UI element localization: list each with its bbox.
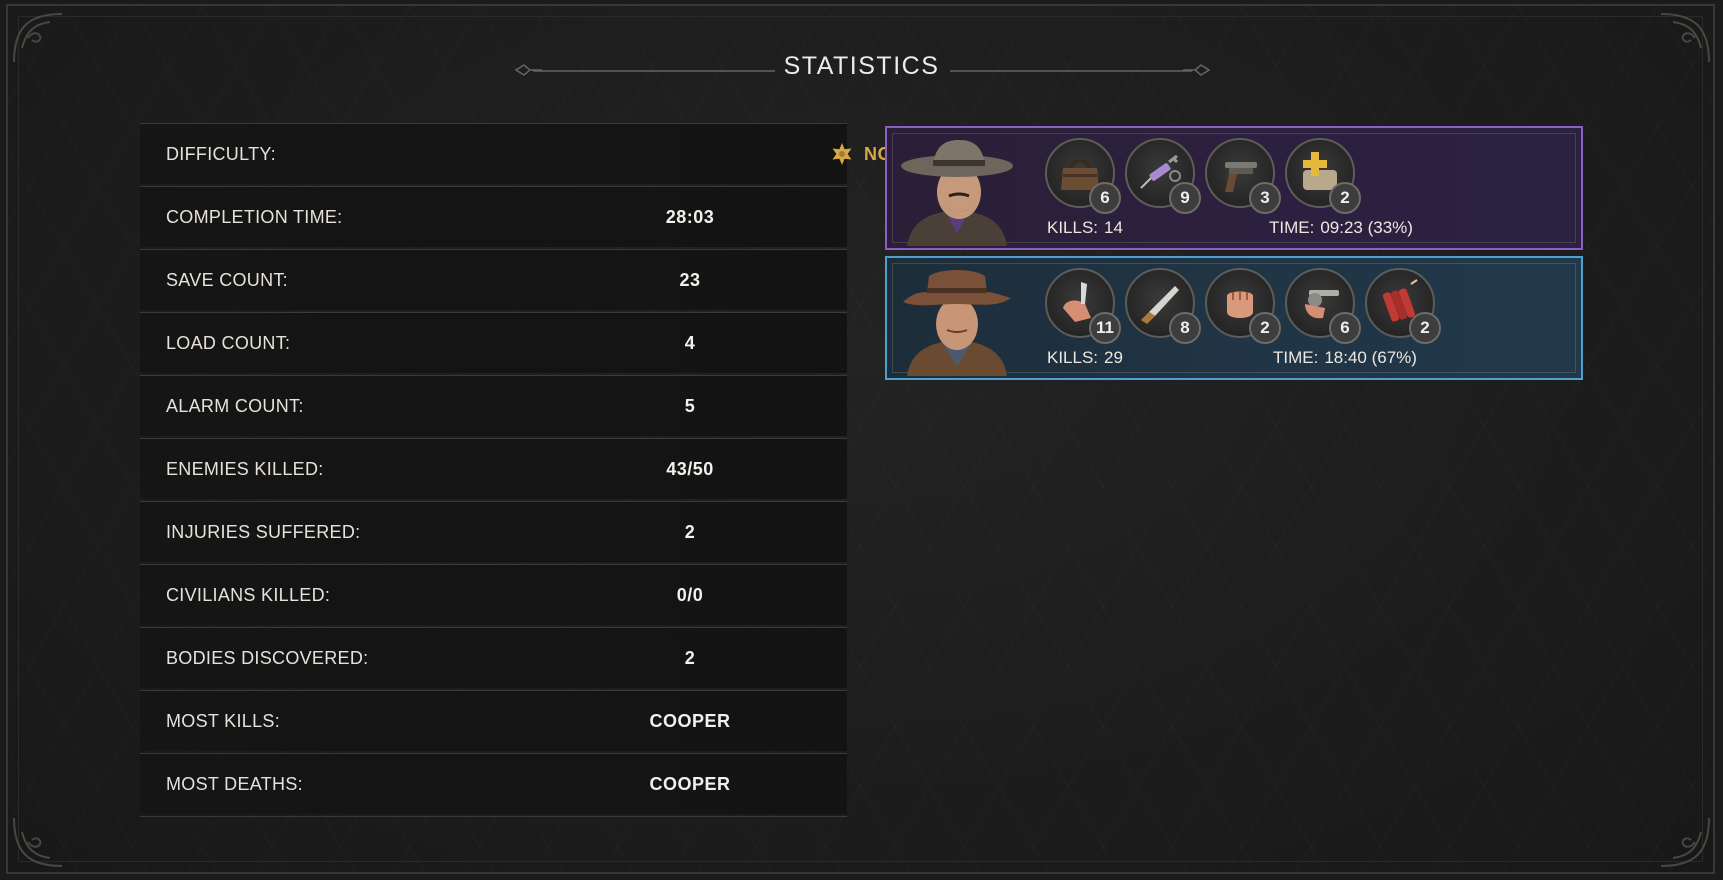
- stat-value: 4: [684, 332, 696, 353]
- page-title: STATISTICS: [783, 52, 940, 80]
- stat-label: ENEMIES KILLED:: [166, 458, 324, 479]
- item-slot[interactable]: 2: [1205, 268, 1281, 344]
- item-count-badge: 11: [1089, 312, 1121, 344]
- corner-ornament-icon: [8, 812, 68, 872]
- character-time: TIME: 09:23 (33%): [1269, 218, 1413, 238]
- stat-label: DIFFICULTY:: [166, 143, 276, 164]
- time-value: 09:23 (33%): [1320, 218, 1413, 237]
- character-portrait-icon: [903, 270, 1011, 376]
- time-label: TIME:: [1273, 348, 1319, 367]
- sheriff-star-icon: [832, 143, 852, 165]
- stat-label: SAVE COUNT:: [166, 269, 288, 290]
- item-slot[interactable]: 6: [1045, 138, 1121, 214]
- stat-label: CIVILIANS KILLED:: [166, 584, 331, 605]
- corner-ornament-icon: [1655, 812, 1715, 872]
- stat-label: INJURIES SUFFERED:: [166, 521, 361, 542]
- item-count-badge: 6: [1329, 312, 1361, 344]
- item-count-badge: 2: [1249, 312, 1281, 344]
- item-count-badge: 8: [1169, 312, 1201, 344]
- stat-label: ALARM COUNT:: [166, 395, 304, 416]
- item-slot[interactable]: 2: [1365, 268, 1441, 344]
- stat-label: COMPLETION TIME:: [166, 206, 343, 227]
- item-count-badge: 3: [1249, 182, 1281, 214]
- character-portrait: [897, 134, 1017, 246]
- stat-row: LOAD COUNT: 4: [140, 312, 847, 373]
- character-kills: KILLS: 14: [1047, 218, 1123, 238]
- kills-label: KILLS:: [1047, 218, 1099, 237]
- stat-row: SAVE COUNT: 23: [140, 249, 847, 310]
- stat-value: 23: [679, 269, 701, 290]
- stat-label: MOST DEATHS:: [166, 773, 303, 794]
- stat-row: MOST KILLS: COOPER: [140, 690, 847, 751]
- stats-table: DIFFICULTY: NORMAL COMPLETION TIME: 28:0…: [140, 123, 946, 817]
- stat-value: 43/50: [666, 458, 714, 479]
- stats-bottom-divider: [140, 816, 847, 817]
- character-portrait-icon: [901, 140, 1013, 246]
- stat-row: MOST DEATHS: COOPER: [140, 753, 847, 814]
- stat-label: BODIES DISCOVERED:: [166, 647, 369, 668]
- stat-row: ALARM COUNT: 5: [140, 375, 847, 436]
- character-kills: KILLS: 29: [1047, 348, 1123, 368]
- time-value: 18:40 (67%): [1324, 348, 1417, 367]
- item-list: 11 8 2 6 2: [1045, 268, 1441, 344]
- item-slot[interactable]: 2: [1285, 138, 1361, 214]
- kills-label: KILLS:: [1047, 348, 1099, 367]
- item-count-badge: 2: [1409, 312, 1441, 344]
- time-label: TIME:: [1269, 218, 1315, 237]
- item-count-badge: 6: [1089, 182, 1121, 214]
- stat-value: 2: [684, 521, 696, 542]
- item-count-badge: 2: [1329, 182, 1361, 214]
- item-slot[interactable]: 6: [1285, 268, 1361, 344]
- item-list: 6 9 3 2: [1045, 138, 1361, 214]
- stat-row: CIVILIANS KILLED: 0/0: [140, 564, 847, 625]
- stat-value: COOPER: [649, 710, 731, 731]
- character-portrait: [897, 264, 1017, 376]
- character-time: TIME: 18:40 (67%): [1273, 348, 1417, 368]
- stat-row: BODIES DISCOVERED: 2: [140, 627, 847, 688]
- title-wrap: STATISTICS: [0, 52, 1723, 81]
- item-slot[interactable]: 11: [1045, 268, 1121, 344]
- stat-value: 5: [684, 395, 696, 416]
- stat-row: ENEMIES KILLED: 43/50: [140, 438, 847, 499]
- stat-value: 2: [684, 647, 696, 668]
- item-slot[interactable]: 9: [1125, 138, 1201, 214]
- item-count-badge: 9: [1169, 182, 1201, 214]
- character-card-2: 11 8 2 6 2 KILLS: 29 TIME: 18:40 (67%): [885, 256, 1583, 380]
- kills-value: 29: [1104, 348, 1123, 367]
- stat-row: INJURIES SUFFERED: 2: [140, 501, 847, 562]
- stat-label: MOST KILLS:: [166, 710, 281, 731]
- stat-value: COOPER: [649, 773, 731, 794]
- item-slot[interactable]: 8: [1125, 268, 1201, 344]
- kills-value: 14: [1104, 218, 1123, 237]
- stat-value: 0/0: [676, 584, 704, 605]
- item-slot[interactable]: 3: [1205, 138, 1281, 214]
- stat-row: COMPLETION TIME: 28:03: [140, 186, 847, 247]
- stat-value: 28:03: [665, 206, 715, 227]
- character-card-1: 6 9 3 2 KILLS: 14 TIME: 09:23 (33%): [885, 126, 1583, 250]
- stat-row-difficulty: DIFFICULTY: NORMAL: [140, 123, 946, 184]
- stat-label: LOAD COUNT:: [166, 332, 291, 353]
